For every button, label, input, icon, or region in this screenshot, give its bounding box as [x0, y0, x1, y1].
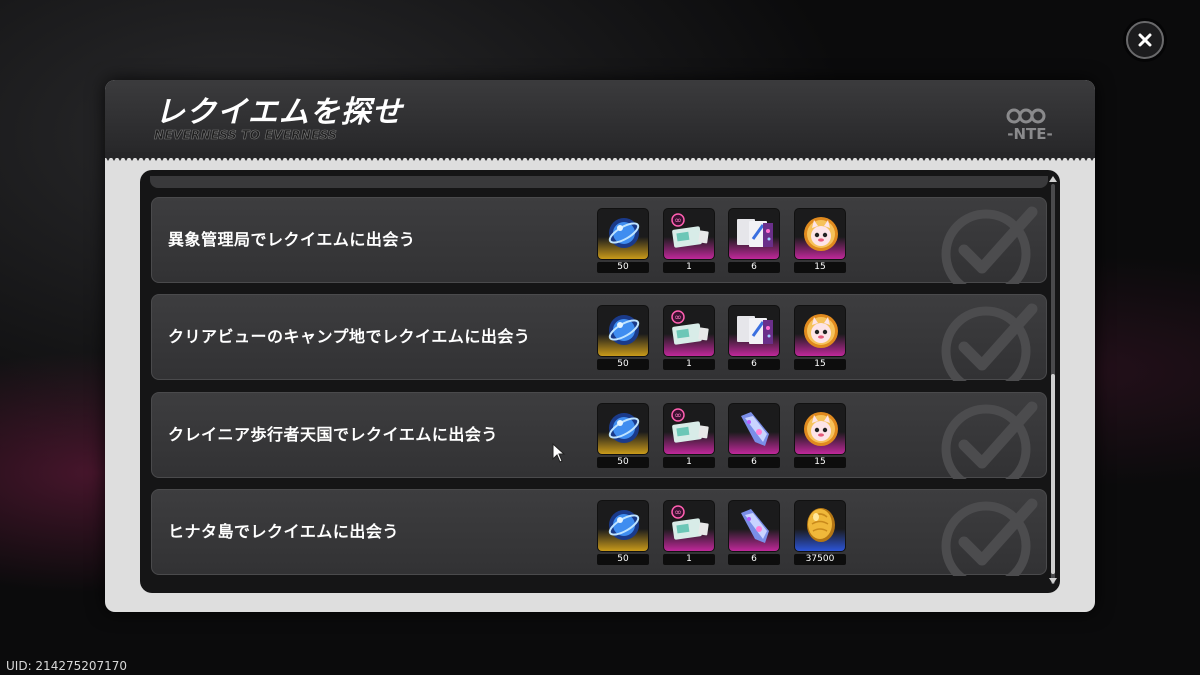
dialog-header: レクイエムを探せ NEVERNESS TO EVERNESS -NTE-: [105, 80, 1095, 158]
ticket-card-icon: ∞: [671, 213, 709, 248]
reward-item[interactable]: ∞ 1: [663, 305, 715, 371]
nte-logo-icon: -NTE-: [1006, 108, 1053, 143]
reward-tile: [794, 500, 846, 552]
header-edge: [105, 152, 1095, 161]
reward-tile: ∞: [663, 500, 715, 552]
reward-item[interactable]: 50: [597, 208, 649, 274]
reward-count: 1: [663, 262, 715, 273]
reward-count: 50: [597, 554, 649, 565]
reward-item[interactable]: ∞ 1: [663, 500, 715, 566]
reward-item[interactable]: 6: [728, 500, 780, 566]
reward-count: 15: [794, 457, 846, 468]
reward-count: 50: [597, 457, 649, 468]
reward-count: 50: [597, 262, 649, 273]
crystal-shard-icon: [741, 412, 769, 446]
reward-item[interactable]: ∞ 1: [663, 403, 715, 469]
blue-orb-icon: [608, 218, 640, 248]
dialog-title: レクイエムを探せ: [155, 95, 403, 130]
reward-tile: ∞: [663, 305, 715, 357]
blueprint-cards-icon: [737, 219, 773, 247]
reward-item[interactable]: 50: [597, 403, 649, 469]
reward-item[interactable]: 50: [597, 305, 649, 371]
close-button[interactable]: [1126, 21, 1164, 59]
task-label: クリアビューのキャンプ地でレクイエムに出会う: [168, 327, 531, 346]
reward-item[interactable]: 37500: [794, 500, 846, 566]
task-label: クレイニア歩行者天国でレクイエムに出会う: [168, 425, 498, 444]
task-row[interactable]: 異象管理局でレクイエムに出会う 50 ∞ 1 6 15: [151, 197, 1047, 284]
reward-tile: ∞: [663, 208, 715, 260]
uid-label: UID: 214275207170: [6, 659, 128, 673]
task-row[interactable]: クリアビューのキャンプ地でレクイエムに出会う 50 ∞ 1 6 15: [151, 294, 1047, 381]
blue-orb-icon: [608, 413, 640, 443]
reward-item[interactable]: 15: [794, 403, 846, 469]
reward-count: 50: [597, 359, 649, 370]
reward-tile: [597, 208, 649, 260]
reward-count: 15: [794, 262, 846, 273]
reward-count: 6: [728, 262, 780, 273]
scroll-down-arrow-icon[interactable]: [1049, 578, 1057, 584]
reward-count: 1: [663, 554, 715, 565]
reward-item[interactable]: ∞ 1: [663, 208, 715, 274]
reward-tile: [728, 208, 780, 260]
cat-badge-icon: [804, 412, 838, 446]
svg-text:∞: ∞: [674, 216, 682, 226]
reward-item[interactable]: 50: [597, 500, 649, 566]
mouse-cursor-icon: [552, 443, 566, 463]
completed-check-icon: [941, 498, 1038, 576]
gold-coin-icon: [807, 508, 835, 542]
task-row[interactable]: クレイニア歩行者天国でレクイエムに出会う 50 ∞ 1 6 15: [151, 392, 1047, 479]
cat-badge-icon: [804, 314, 838, 348]
reward-item[interactable]: 6: [728, 403, 780, 469]
reward-count: 6: [728, 554, 780, 565]
scrollbar-thumb[interactable]: [1051, 374, 1055, 574]
crystal-shard-icon: [741, 509, 769, 543]
reward-item[interactable]: 15: [794, 208, 846, 274]
completed-check-icon: [941, 401, 1038, 479]
reward-count: 15: [794, 359, 846, 370]
dialog-subtitle: NEVERNESS TO EVERNESS: [154, 128, 338, 143]
reward-tile: ∞: [663, 403, 715, 455]
svg-text:-NTE-: -NTE-: [1007, 125, 1052, 143]
reward-tile: [794, 208, 846, 260]
blue-orb-icon: [608, 315, 640, 345]
reward-count: 1: [663, 359, 715, 370]
ticket-card-icon: ∞: [671, 408, 709, 443]
reward-tile: [728, 403, 780, 455]
reward-tile: [728, 305, 780, 357]
task-label: ヒナタ島でレクイエムに出会う: [168, 522, 399, 541]
cat-badge-icon: [804, 217, 838, 251]
svg-text:∞: ∞: [674, 313, 682, 323]
task-row[interactable]: ヒナタ島でレクイエムに出会う 50 ∞ 1 6 37500: [151, 489, 1047, 576]
svg-text:∞: ∞: [674, 508, 682, 518]
reward-count: 37500: [794, 554, 846, 565]
svg-text:∞: ∞: [674, 411, 682, 421]
quest-dialog: レクイエムを探せ NEVERNESS TO EVERNESS -NTE- 異象管…: [105, 80, 1095, 612]
task-list[interactable]: 異象管理局でレクイエムに出会う 50 ∞ 1 6 15 クリアビューのキャンプ地でレクイエム…: [140, 170, 1060, 593]
reward-item[interactable]: 6: [728, 305, 780, 371]
reward-count: 6: [728, 359, 780, 370]
ticket-card-icon: ∞: [671, 505, 709, 540]
reward-tile: [597, 305, 649, 357]
completed-check-icon: [941, 206, 1038, 284]
scroll-up-arrow-icon[interactable]: [1049, 176, 1057, 182]
previous-row-edge: [150, 176, 1048, 188]
reward-tile: [794, 403, 846, 455]
blue-orb-icon: [608, 510, 640, 540]
reward-count: 1: [663, 457, 715, 468]
reward-count: 6: [728, 457, 780, 468]
reward-tile: [728, 500, 780, 552]
reward-tile: [597, 403, 649, 455]
close-icon: [1138, 33, 1152, 47]
reward-tile: [794, 305, 846, 357]
ticket-card-icon: ∞: [671, 310, 709, 345]
reward-item[interactable]: 15: [794, 305, 846, 371]
task-label: 異象管理局でレクイエムに出会う: [168, 230, 416, 249]
completed-check-icon: [941, 303, 1038, 381]
reward-item[interactable]: 6: [728, 208, 780, 274]
reward-tile: [597, 500, 649, 552]
blueprint-cards-icon: [737, 316, 773, 344]
